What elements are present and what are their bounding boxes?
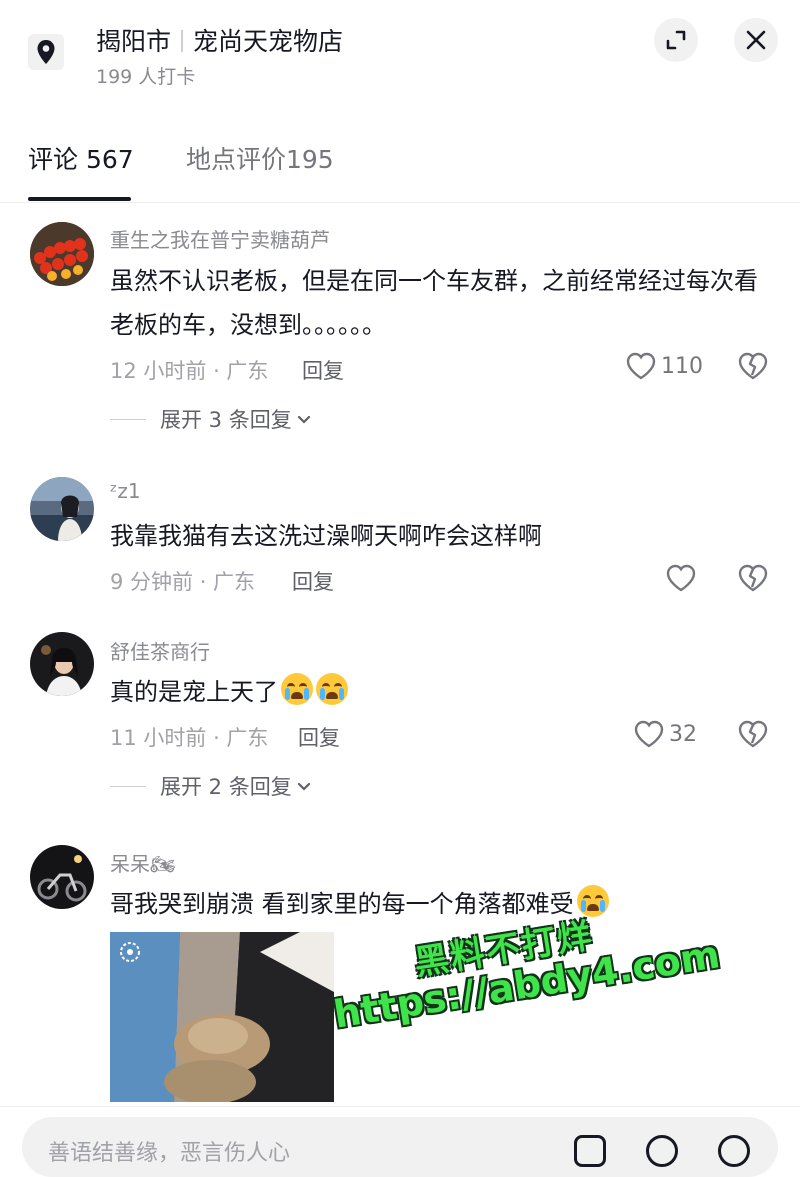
mention-icon[interactable] [646, 1135, 678, 1167]
comment-text: 真的是宠上天了 [110, 670, 770, 714]
divider-line [110, 785, 146, 787]
reply-button[interactable]: 回复 [302, 355, 344, 385]
close-icon [746, 30, 766, 50]
comment-input-placeholder: 善语结善缘，恶言伤人心 [48, 1141, 291, 1166]
emoji-icon[interactable] [718, 1135, 750, 1167]
comment-image[interactable] [110, 932, 334, 1102]
tab-place-reviews[interactable]: 地点评价195 [186, 140, 334, 176]
like-button[interactable]: 32 [634, 720, 697, 748]
location-title[interactable]: 揭阳市 宠尚天宠物店 [96, 22, 343, 58]
tab-comments[interactable]: 评论 567 [28, 140, 134, 176]
reply-button[interactable]: 回复 [298, 722, 340, 752]
heart-icon [626, 352, 656, 380]
chevron-down-icon [297, 415, 310, 424]
title-divider [181, 30, 184, 52]
comment-text-content: 真的是宠上天了 [110, 678, 278, 706]
comment-input-bar: 善语结善缘，恶言伤人心 [0, 1106, 800, 1177]
chevron-down-icon [297, 782, 310, 791]
close-button[interactable] [734, 18, 778, 62]
store-name: 宠尚天宠物店 [193, 27, 344, 56]
image-icon[interactable] [574, 1135, 606, 1167]
dislike-button[interactable] [738, 564, 768, 596]
avatar[interactable] [30, 222, 94, 286]
active-tab-indicator [28, 197, 131, 201]
expand-replies-button[interactable]: 展开 2 条回复 [110, 771, 312, 801]
expand-label: 展开 2 条回复 [160, 775, 292, 799]
comment-meta: 11 小时前 · 广东 [110, 726, 269, 750]
comment-text: 我靠我猫有去这洗过澡啊天啊咋会这样啊 [110, 522, 542, 550]
comment-text-content: 哥我哭到崩溃 看到家里的每一个角落都难受 [110, 890, 574, 918]
divider-line [110, 418, 146, 420]
expand-label: 展开 3 条回复 [160, 408, 292, 432]
dislike-button[interactable] [738, 352, 768, 384]
comment-meta: 12 小时前 · 广东 [110, 359, 269, 383]
comment-username[interactable]: 舒佳茶商行 [110, 636, 210, 665]
checkin-count: 199 人打卡 [96, 66, 196, 88]
broken-heart-icon [738, 564, 768, 592]
like-button[interactable] [666, 564, 696, 592]
comment-meta: 9 分钟前 · 广东 [110, 570, 256, 594]
heart-icon [634, 720, 664, 748]
comment-username[interactable]: 重生之我在普宁卖糖葫芦 [110, 224, 330, 253]
reply-button[interactable]: 回复 [292, 566, 334, 596]
comment-username[interactable]: ᶻz1 [110, 479, 141, 503]
like-count: 110 [661, 353, 703, 379]
like-button[interactable]: 110 [626, 352, 703, 380]
dislike-button[interactable] [738, 720, 768, 752]
location-pin-icon [28, 34, 64, 70]
city-name: 揭阳市 [96, 27, 172, 56]
like-count: 32 [669, 721, 697, 747]
expand-replies-button[interactable]: 展开 3 条回复 [110, 404, 312, 434]
comment-username[interactable]: 呆呆🏍 [110, 848, 175, 877]
broken-heart-icon [738, 720, 768, 748]
avatar[interactable] [30, 632, 94, 696]
avatar[interactable] [30, 845, 94, 909]
expand-icon [666, 30, 686, 50]
tab-bar: 评论 567 地点评价195 [0, 110, 800, 203]
heart-icon [666, 564, 696, 592]
crying-emoji-icon [316, 673, 348, 705]
location-header: 揭阳市 宠尚天宠物店 199 人打卡 [0, 0, 800, 110]
avatar[interactable] [30, 477, 94, 541]
expand-button[interactable] [654, 18, 698, 62]
comment-text: 虽然不认识老板，但是在同一个车友群，之前经常经过每次看老板的车，没想到。。。。。… [110, 267, 758, 339]
crying-emoji-icon [281, 673, 313, 705]
broken-heart-icon [738, 352, 768, 380]
